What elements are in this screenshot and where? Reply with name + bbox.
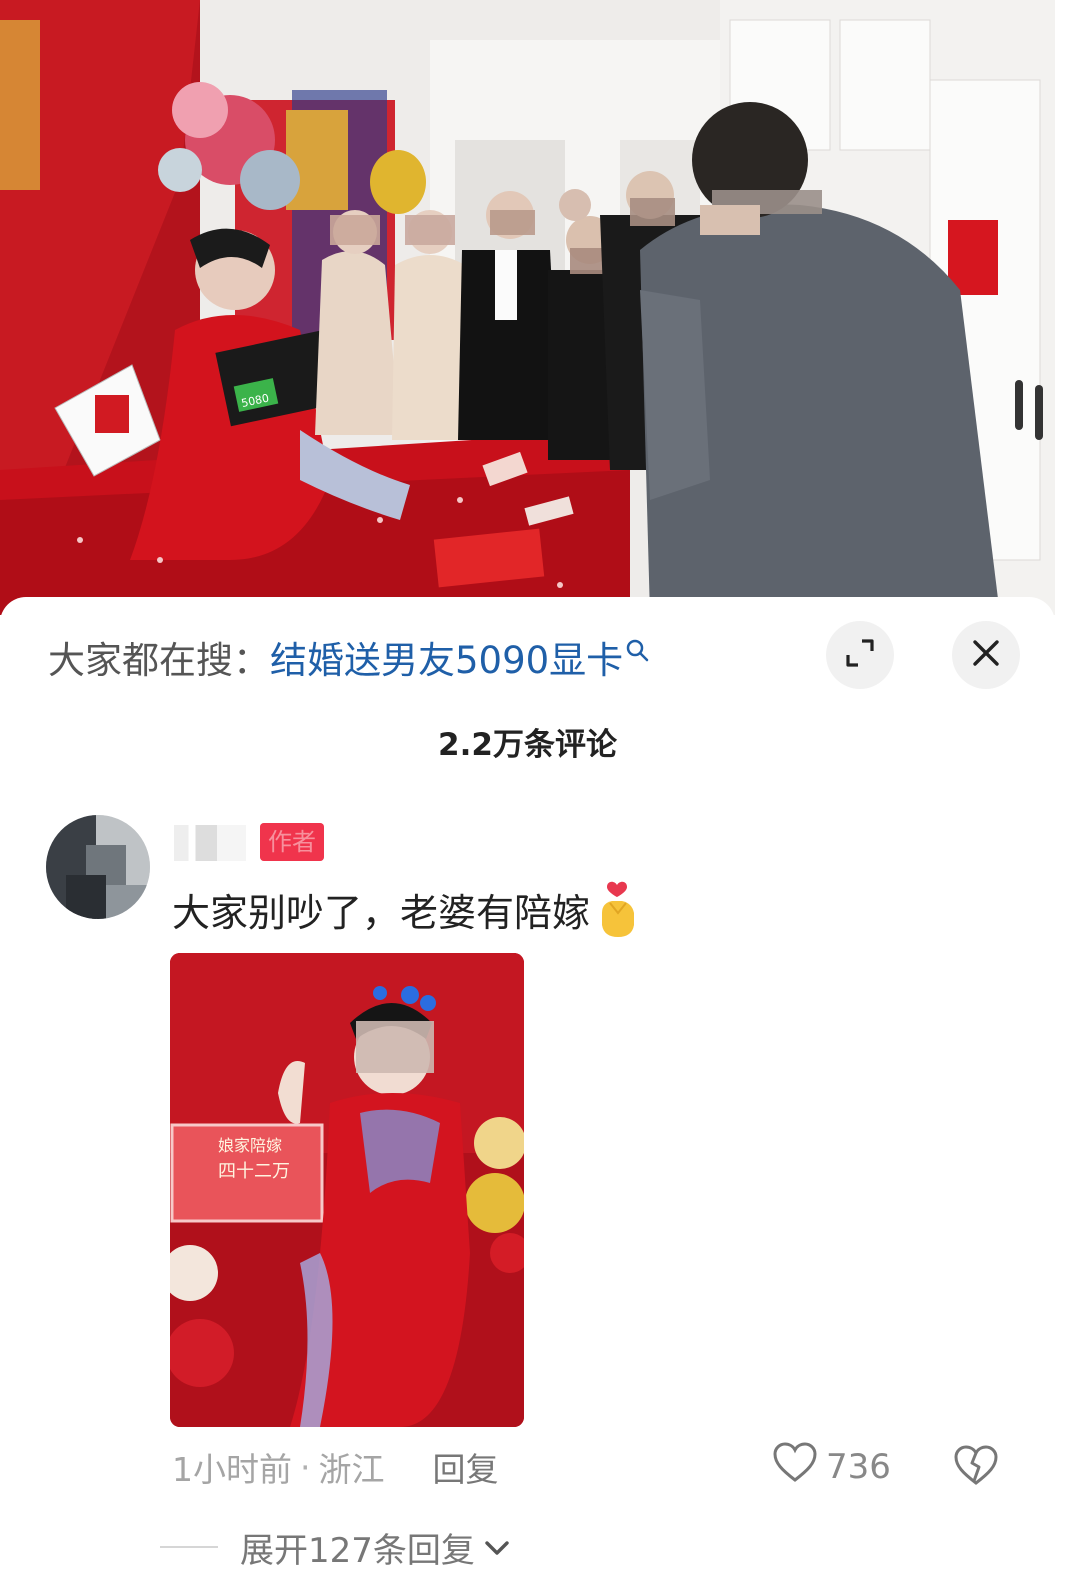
avatar[interactable]: [46, 815, 150, 919]
banner-line2: 四十二万: [218, 1161, 290, 1182]
expand-replies-label: 展开127条回复: [240, 1530, 475, 1571]
comment-time: 1小时前: [172, 1450, 292, 1489]
like-count: 736: [826, 1447, 891, 1487]
finger-heart-emoji: [594, 879, 640, 939]
search-icon[interactable]: [625, 630, 651, 662]
meta-separator: ·: [300, 1447, 311, 1487]
comment-image[interactable]: 娘家陪嫁 四十二万: [170, 953, 524, 1427]
search-suggestion[interactable]: 大家都在搜： 结婚送男友5090显卡: [48, 627, 651, 687]
comment-count-title: 2.2万条评论: [438, 727, 617, 763]
comment-body: 大家别吵了，老婆有陪嫁: [172, 890, 591, 935]
comment-sheet: 大家都在搜： 结婚送男友5090显卡 2.2万条评论 作者 大家别吵了，老婆有陪…: [0, 597, 1055, 1571]
banner-line1: 娘家陪嫁: [218, 1136, 282, 1155]
chevron-down-icon: [483, 1527, 511, 1567]
broken-heart-icon: [952, 1445, 1000, 1491]
heart-icon: [772, 1441, 826, 1493]
comment-location: 浙江: [318, 1450, 385, 1489]
expand-button[interactable]: [826, 621, 894, 689]
comment-text: 大家别吵了，老婆有陪嫁: [172, 879, 640, 939]
video-frame[interactable]: 5080: [0, 0, 1055, 615]
search-query-link[interactable]: 结婚送男友5090显卡: [270, 630, 623, 684]
expand-icon: [843, 636, 877, 674]
comment-meta: 1小时前 · 浙江 回复: [172, 1443, 499, 1491]
reply-button[interactable]: 回复: [433, 1443, 499, 1491]
close-button[interactable]: [952, 621, 1020, 689]
expand-replies[interactable]: 展开127条回复: [160, 1525, 511, 1571]
search-prefix: 大家都在搜：: [48, 639, 270, 682]
divider-line: [160, 1546, 218, 1548]
like-button[interactable]: 736: [772, 1441, 891, 1493]
username-blurred[interactable]: [174, 825, 246, 861]
wedding-scene-image: 5080: [0, 0, 1055, 615]
author-badge: 作者: [260, 823, 324, 861]
close-icon: [971, 638, 1001, 672]
dislike-button[interactable]: [952, 1443, 1000, 1491]
